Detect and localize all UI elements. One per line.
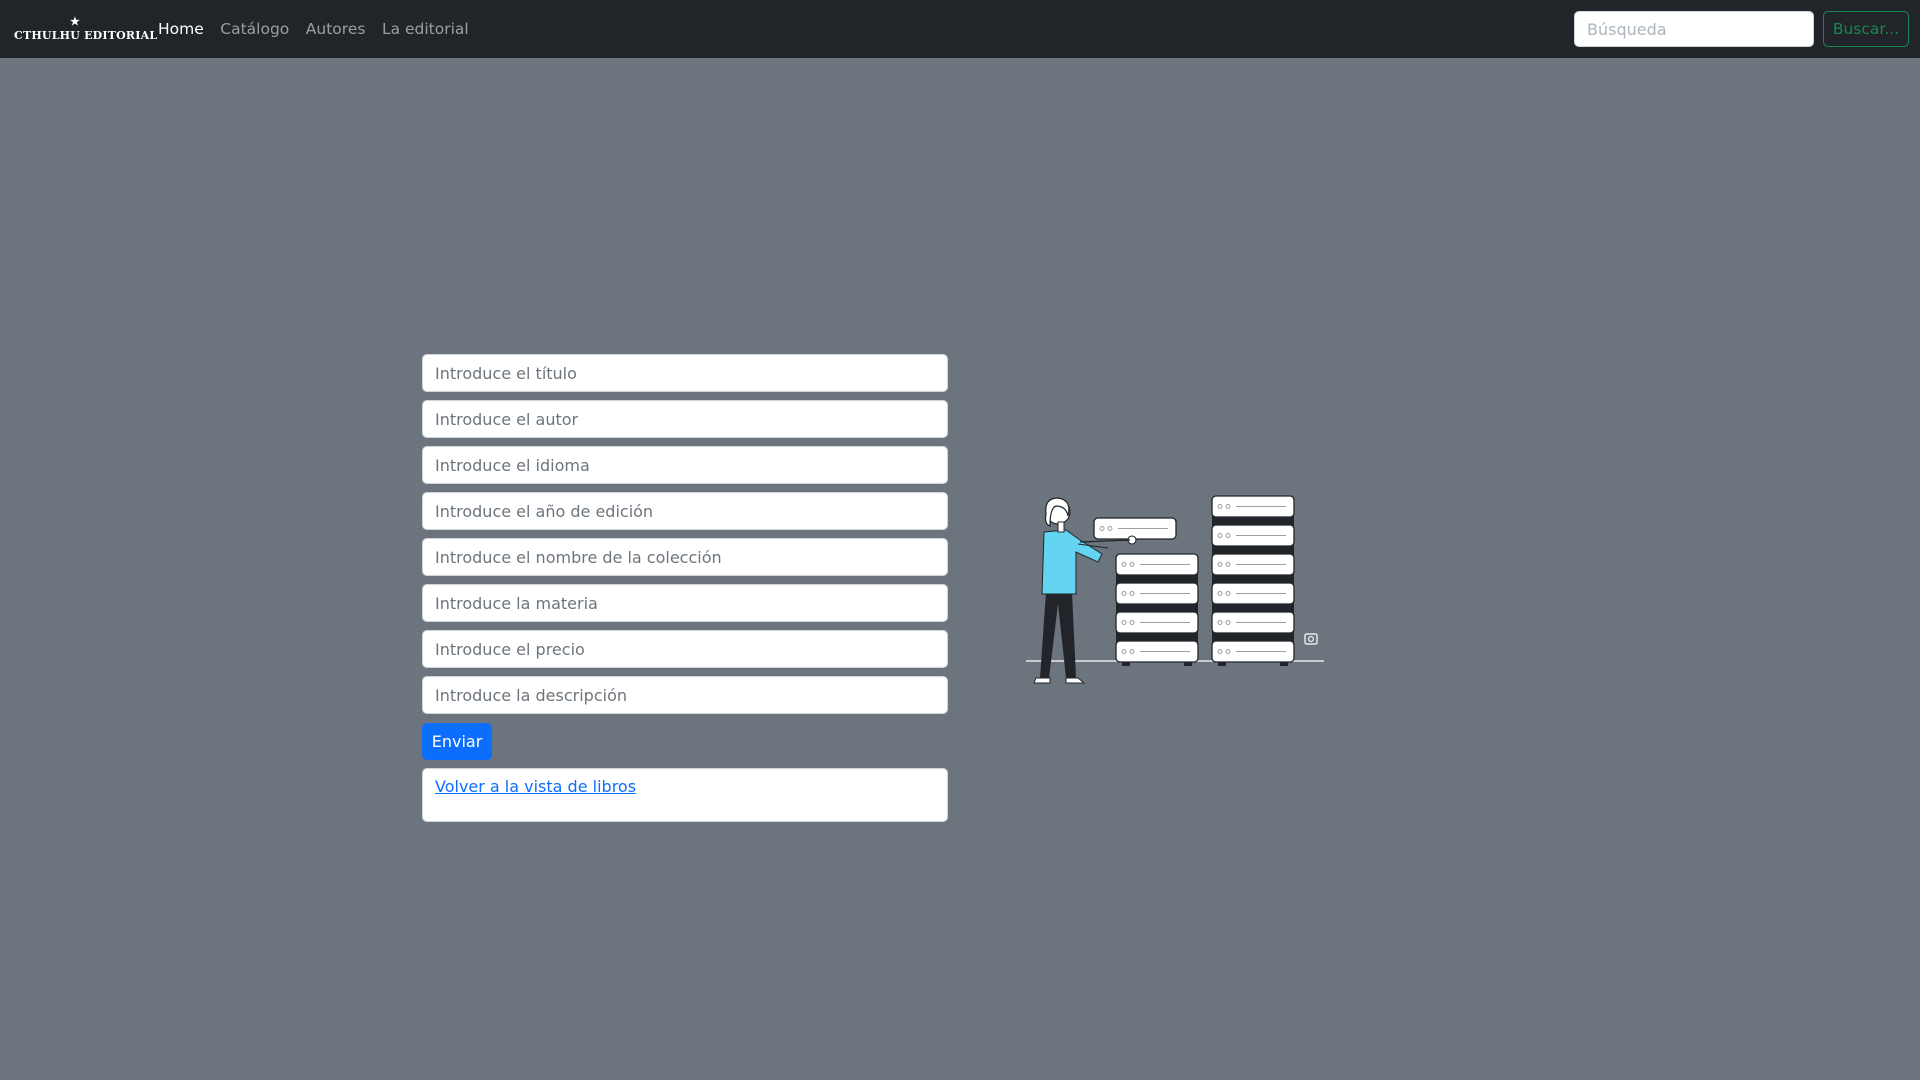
top-navbar: ★ CTHULHU EDITORIAL Home Catálogo Autore…: [0, 0, 1920, 58]
author-field[interactable]: [422, 400, 948, 438]
server-rack-left: [1115, 553, 1199, 666]
back-link-box: Volver a la vista de libros: [422, 768, 948, 822]
server-rack-right: [1211, 495, 1295, 666]
nav-link-autores[interactable]: Autores: [306, 20, 366, 38]
brand-name: CTHULHU EDITORIAL: [14, 29, 158, 42]
search-input[interactable]: [1574, 11, 1814, 47]
description-field[interactable]: [422, 676, 948, 714]
nav-link-home[interactable]: Home: [158, 20, 204, 38]
person-server-racks-illustration: [1026, 495, 1324, 684]
collection-name-field[interactable]: [422, 538, 948, 576]
camera-icon: [1304, 633, 1318, 645]
title-field[interactable]: [422, 354, 948, 392]
edition-year-field[interactable]: [422, 492, 948, 530]
nav-links: Home Catálogo Autores La editorial: [158, 0, 485, 58]
brand-logo[interactable]: ★ CTHULHU EDITORIAL: [14, 15, 157, 42]
submit-button[interactable]: Enviar: [422, 723, 492, 760]
nav-link-la-editorial[interactable]: La editorial: [382, 20, 469, 38]
nav-link-catalogo[interactable]: Catálogo: [220, 20, 289, 38]
star-icon: ★: [70, 15, 81, 28]
language-field[interactable]: [422, 446, 948, 484]
subject-field[interactable]: [422, 584, 948, 622]
back-to-books-link[interactable]: Volver a la vista de libros: [435, 777, 636, 796]
price-field[interactable]: [422, 630, 948, 668]
search-button[interactable]: Buscar...: [1823, 11, 1909, 47]
